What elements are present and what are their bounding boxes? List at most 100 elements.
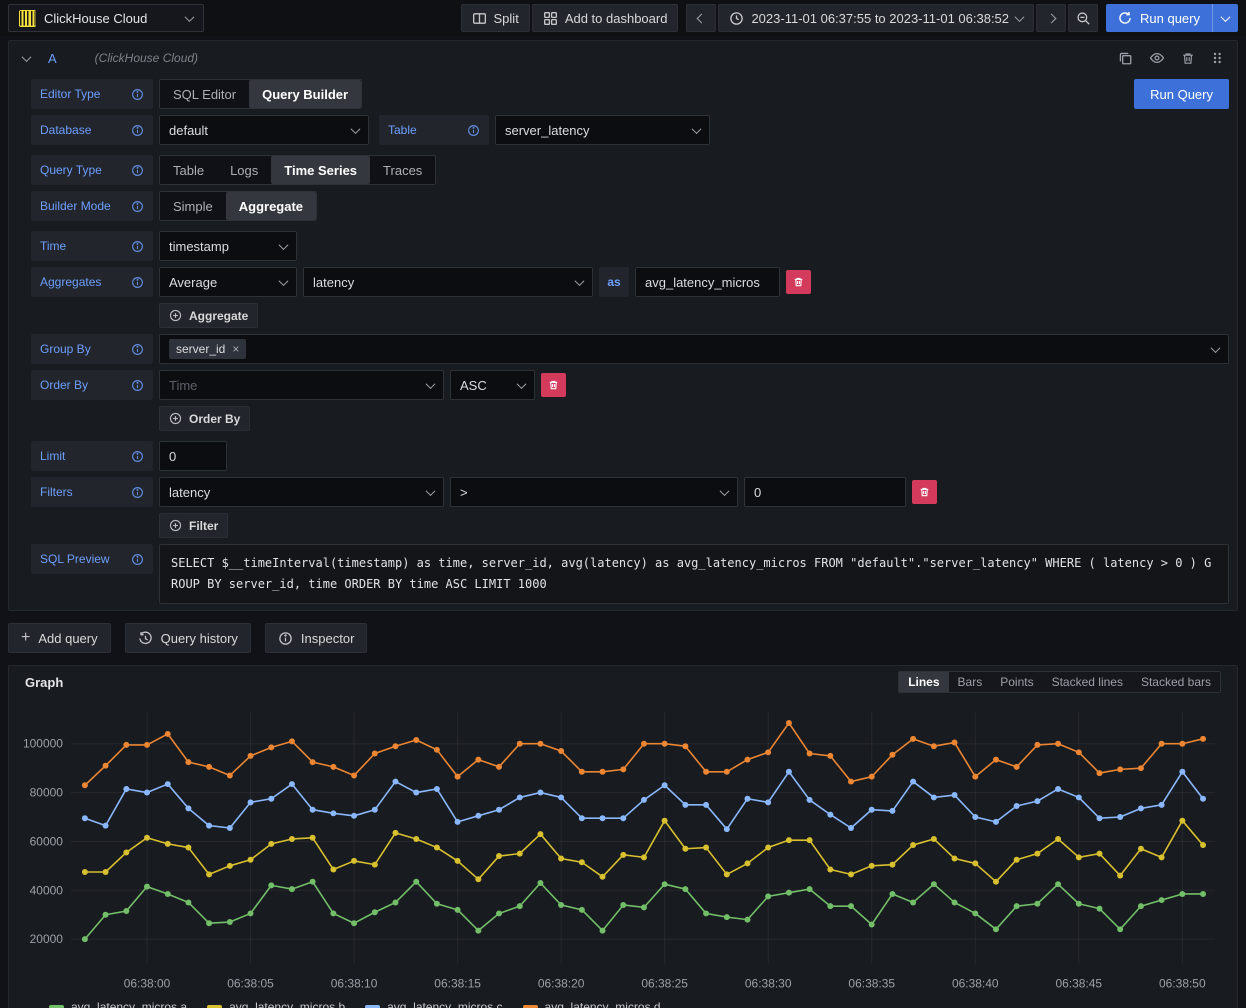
order-by-field-placeholder: Time (169, 378, 197, 393)
builder-mode-option-aggregate[interactable]: Aggregate (226, 192, 316, 220)
query-history-label: Query history (161, 631, 238, 646)
info-icon[interactable] (131, 379, 144, 392)
row-time: Time timestamp (31, 231, 1229, 261)
aggregate-function-select[interactable]: Average (159, 267, 297, 297)
remove-filter-button[interactable] (912, 480, 937, 504)
group-by-multiselect[interactable]: server_id × (159, 334, 1229, 364)
info-icon[interactable] (467, 124, 480, 137)
order-by-field-select[interactable]: Time (159, 370, 444, 400)
add-order-by-button[interactable]: Order By (159, 406, 250, 431)
graph-mode-points[interactable]: Points (991, 672, 1042, 692)
run-query-dropdown[interactable] (1212, 4, 1238, 32)
filter-operator-select[interactable]: > (450, 477, 738, 507)
info-icon[interactable] (131, 164, 144, 177)
time-shift-forward-button[interactable] (1036, 4, 1066, 32)
search-minus-icon (1076, 11, 1091, 26)
inspector-button[interactable]: Inspector (265, 623, 367, 653)
chevron-down-icon (279, 240, 289, 250)
info-icon[interactable] (131, 486, 144, 499)
graph-mode-lines[interactable]: Lines (899, 672, 948, 692)
hide-query-eye-icon[interactable] (1149, 50, 1165, 66)
query-type-toggle: Table Logs Time Series Traces (159, 155, 436, 185)
remove-aggregate-button[interactable] (786, 270, 811, 294)
plus-circle-icon (169, 309, 182, 322)
run-query-button[interactable]: Run query (1106, 4, 1212, 32)
split-button[interactable]: Split (461, 4, 530, 32)
query-type-option-traces[interactable]: Traces (370, 156, 435, 184)
remove-tag-icon[interactable]: × (232, 342, 239, 356)
run-query-panel-button[interactable]: Run Query (1134, 79, 1229, 109)
graph-mode-stacked-lines[interactable]: Stacked lines (1043, 672, 1132, 692)
sync-icon (1118, 11, 1132, 25)
plus-circle-icon (169, 519, 182, 532)
query-builder-body: Run Query Editor Type SQL Editor Query B… (9, 75, 1237, 610)
time-field-select[interactable]: timestamp (159, 231, 297, 261)
info-icon[interactable] (131, 200, 144, 213)
time-series-chart[interactable]: 2000040000600008000010000006:38:0006:38:… (9, 698, 1237, 998)
info-icon[interactable] (131, 553, 144, 566)
delete-query-trash-icon[interactable] (1181, 51, 1195, 66)
table-label: Table (388, 123, 417, 137)
info-icon[interactable] (131, 276, 144, 289)
legend-item[interactable]: avg_latency_micros a (49, 1000, 187, 1008)
graph-mode-stacked-bars[interactable]: Stacked bars (1132, 672, 1220, 692)
chevron-down-icon (1211, 343, 1221, 353)
filter-field-select[interactable]: latency (159, 477, 444, 507)
info-icon[interactable] (131, 450, 144, 463)
sql-preview-text: SELECT $__timeInterval(timestamp) as tim… (159, 544, 1229, 604)
info-icon[interactable] (131, 124, 144, 137)
add-aggregate-button[interactable]: Aggregate (159, 303, 258, 328)
row-add-aggregate: Aggregate (31, 303, 1229, 328)
legend-item[interactable]: avg_latency_micros b (207, 1000, 345, 1008)
remove-order-by-button[interactable] (541, 373, 566, 397)
chevron-down-icon (426, 486, 436, 496)
query-type-option-logs[interactable]: Logs (217, 156, 271, 184)
table-select[interactable]: server_latency (495, 115, 710, 145)
add-query-button[interactable]: + Add query (8, 623, 111, 653)
database-select[interactable]: default (159, 115, 369, 145)
limit-input[interactable] (159, 441, 227, 471)
datasource-picker[interactable]: ClickHouse Cloud (8, 4, 204, 32)
order-direction-select[interactable]: ASC (450, 370, 535, 400)
split-icon (472, 11, 487, 26)
time-shift-back-button[interactable] (686, 4, 716, 32)
svg-text:40000: 40000 (30, 883, 64, 897)
row-builder-mode: Builder Mode Simple Aggregate (31, 191, 1229, 221)
row-filters: Filters latency > (31, 477, 1229, 507)
info-icon[interactable] (131, 88, 144, 101)
run-query-label: Run query (1140, 11, 1200, 26)
info-icon[interactable] (131, 240, 144, 253)
aggregate-column-select[interactable]: latency (303, 267, 593, 297)
graph-mode-bars[interactable]: Bars (949, 672, 992, 692)
time-range-label: 2023-11-01 06:37:55 to 2023-11-01 06:38:… (751, 11, 1009, 26)
chevron-down-icon (426, 379, 436, 389)
info-icon[interactable] (131, 343, 144, 356)
time-range-picker[interactable]: 2023-11-01 06:37:55 to 2023-11-01 06:38:… (718, 4, 1034, 32)
editor-type-option-sql-editor[interactable]: SQL Editor (160, 80, 249, 108)
duplicate-query-icon[interactable] (1118, 51, 1133, 66)
editor-type-option-query-builder[interactable]: Query Builder (249, 80, 361, 108)
legend-item[interactable]: avg_latency_micros c (365, 1000, 502, 1008)
add-to-dashboard-button[interactable]: Add to dashboard (532, 4, 679, 32)
collapse-chevron-icon[interactable] (22, 52, 32, 62)
query-type-option-time-series[interactable]: Time Series (271, 156, 370, 184)
query-type-option-table[interactable]: Table (160, 156, 217, 184)
add-filter-button[interactable]: Filter (159, 513, 228, 538)
row-query-type: Query Type Table Logs Time Series Traces (31, 155, 1229, 185)
svg-text:06:38:15: 06:38:15 (434, 977, 481, 991)
drag-handle-icon[interactable] (1211, 51, 1223, 65)
aggregate-alias-input[interactable] (635, 267, 780, 297)
inspector-label: Inspector (301, 631, 354, 646)
query-ref-id[interactable]: A (48, 51, 57, 66)
row-database-table: Database default Table server_latency (31, 115, 1229, 145)
chevron-down-icon (575, 276, 585, 286)
add-query-label: Add query (38, 631, 97, 646)
zoom-out-button[interactable] (1068, 4, 1098, 32)
builder-mode-option-simple[interactable]: Simple (160, 192, 226, 220)
chart-legend: avg_latency_micros a avg_latency_micros b… (9, 998, 1237, 1008)
query-history-button[interactable]: Query history (125, 623, 251, 653)
database-value: default (169, 123, 208, 138)
add-aggregate-label: Aggregate (189, 309, 248, 323)
legend-item[interactable]: avg_latency_micros d (523, 1000, 661, 1008)
filter-value-input[interactable] (744, 477, 906, 507)
